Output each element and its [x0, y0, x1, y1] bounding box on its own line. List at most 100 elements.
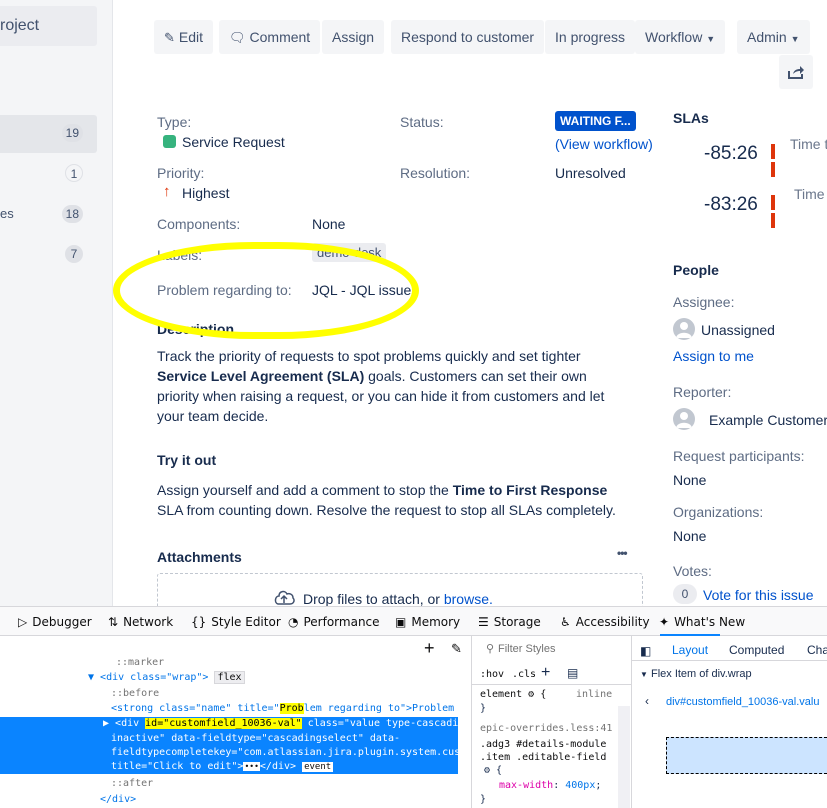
components-value[interactable]: None — [312, 216, 345, 232]
project-nav-item[interactable]: roject — [0, 6, 97, 46]
after-pseudo[interactable]: ::after — [111, 778, 153, 789]
tree-node-strong[interactable]: <strong class="name" title="Problem rega… — [111, 703, 454, 714]
queue-count: 7 — [65, 245, 83, 263]
collapsed-content[interactable]: ••• — [243, 762, 260, 771]
braces-icon: {} — [191, 615, 207, 629]
sla-label: Time to f — [790, 136, 827, 152]
tab-accessibility[interactable]: ♿ Accessibility — [560, 615, 650, 629]
cloud-upload-icon — [274, 590, 295, 605]
tab-label: Style Editor — [211, 615, 281, 629]
rules-scrollbar[interactable] — [618, 706, 630, 808]
queue-item-1[interactable]: 19 — [0, 115, 97, 153]
arrow-up-icon: ↑ — [163, 183, 171, 200]
sidebar-toggle-icon[interactable]: ◧ — [640, 644, 651, 658]
tab-performance[interactable]: ◔ Performance — [288, 615, 380, 629]
layout-panel — [632, 636, 827, 808]
vote-link[interactable]: Vote for this issue — [703, 587, 814, 603]
pencil-icon: ✎ — [164, 30, 175, 45]
dropzone-text: Drop files to attach, or browse. — [303, 591, 493, 607]
browse-link[interactable]: browse. — [444, 591, 493, 607]
queue-count: 18 — [61, 205, 83, 223]
strong-tag: <strong class="name" title=" — [111, 703, 280, 714]
drop-text: Drop files to attach, or — [303, 591, 444, 607]
chevron-down-icon: ▼ — [790, 34, 800, 44]
tab-computed[interactable]: Computed — [729, 643, 784, 657]
element-rule: element ⚙ { — [480, 689, 547, 700]
back-arrow-icon[interactable]: ‹ — [645, 694, 649, 708]
admin-dropdown[interactable]: Admin ▼ — [737, 20, 810, 54]
tab-storage[interactable]: ☰ Storage — [478, 615, 541, 629]
avatar — [673, 318, 695, 340]
respond-to-customer-button[interactable]: Respond to customer — [391, 20, 545, 54]
queue-item-3[interactable]: es 18 — [0, 196, 97, 234]
project-label: roject — [0, 17, 40, 34]
tab-whats-new[interactable]: ✦ What's New — [659, 615, 745, 629]
marker-pseudo[interactable]: ::marker — [116, 657, 164, 668]
brace: } — [480, 794, 487, 805]
tab-memory[interactable]: ▣ Memory — [395, 615, 460, 629]
assign-to-me-link[interactable]: Assign to me — [673, 348, 754, 364]
div-close: </div> — [100, 794, 137, 805]
sla-time: -83:26 — [704, 194, 758, 215]
components-label: Components: — [157, 216, 241, 232]
assignee-value[interactable]: Unassigned — [701, 322, 775, 338]
tab-layout[interactable]: Layout — [672, 643, 708, 657]
flex-item-header[interactable]: ▼ Flex Item of div.wrap — [640, 668, 752, 680]
description-body[interactable]: Track the priority of requests to spot p… — [157, 346, 627, 426]
rule-source-link[interactable]: epic-overrides.less:41 — [480, 723, 612, 734]
tab-label: Debugger — [32, 615, 92, 629]
before-pseudo[interactable]: ::before — [111, 688, 159, 699]
event-badge[interactable]: event — [302, 762, 334, 772]
workflow-dropdown[interactable]: Workflow ▼ — [635, 20, 726, 54]
edit-button[interactable]: ✎ Edit — [154, 20, 214, 54]
more-options-icon[interactable]: ••• — [617, 546, 628, 560]
view-workflow-link[interactable]: (View workflow) — [555, 136, 653, 152]
description-line: your team decide. — [157, 408, 269, 424]
organizations-value[interactable]: None — [673, 528, 706, 544]
queue-item-4[interactable]: 7 — [0, 236, 97, 274]
tab-debugger[interactable]: ▷ Debugger — [18, 615, 92, 629]
resolution-label: Resolution: — [400, 165, 471, 181]
add-rule-icon[interactable]: + — [541, 664, 550, 682]
selected-line: title="Click to edit">•••</div> event — [111, 761, 334, 772]
ttfr-bold-text: Time to First Response — [452, 482, 608, 498]
comment-button[interactable]: 🗨 Comment — [219, 20, 321, 54]
in-progress-button[interactable]: In progress — [545, 20, 636, 54]
print-icon[interactable]: ▤ — [567, 666, 578, 680]
share-button[interactable] — [779, 55, 813, 89]
brace: } — [480, 703, 487, 714]
slas-heading: SLAs — [673, 110, 709, 126]
assign-button[interactable]: Assign — [322, 20, 385, 54]
respond-label: Respond to customer — [401, 29, 535, 45]
status-badge[interactable]: WAITING F... — [555, 111, 636, 131]
rule-brace: ⚙ { — [484, 765, 503, 776]
try-it-out-heading: Try it out — [157, 452, 217, 468]
description-text: goals. Customers can set their own — [364, 368, 587, 384]
selected-line: ▶ <div id="customfield_10036-val" class=… — [103, 718, 465, 729]
eyedropper-icon[interactable]: ✎ — [451, 641, 462, 657]
css-declaration[interactable]: max-width: 400px; — [499, 780, 601, 791]
description-line: Track the priority of requests to spot p… — [157, 348, 581, 364]
tree-node-wrap[interactable]: ▼ <div class="wrap"> flex — [88, 671, 245, 684]
add-node-icon[interactable]: + — [424, 638, 435, 659]
queue-label: es — [0, 206, 14, 221]
flex-item-breadcrumb[interactable]: div#customfield_10036-val.valu — [666, 696, 819, 708]
queue-item-2[interactable]: 1 — [0, 155, 97, 193]
cls-toggle[interactable]: .cls — [512, 669, 536, 680]
tab-label: Performance — [303, 615, 380, 629]
hov-toggle[interactable]: :hov — [480, 669, 504, 680]
workflow-label: Workflow — [645, 29, 703, 45]
tab-network[interactable]: ⇅ Network — [108, 615, 173, 629]
wrap-tag: <div class="wrap"> — [100, 672, 209, 683]
tab-changes[interactable]: Cha — [807, 643, 827, 657]
chevron-down-icon: ▼ — [640, 670, 648, 679]
reporter-value[interactable]: Example Customer — [709, 412, 827, 428]
filter-styles-input[interactable]: Filter Styles — [498, 643, 555, 655]
type-value: Service Request — [182, 134, 285, 150]
participants-value[interactable]: None — [673, 472, 706, 488]
people-heading: People — [673, 262, 719, 278]
flex-badge[interactable]: flex — [214, 671, 245, 684]
attachments-heading: Attachments — [157, 549, 242, 565]
tab-style-editor[interactable]: {} Style Editor — [191, 615, 281, 629]
search-match: id="customfield_10036-val" — [145, 718, 302, 729]
